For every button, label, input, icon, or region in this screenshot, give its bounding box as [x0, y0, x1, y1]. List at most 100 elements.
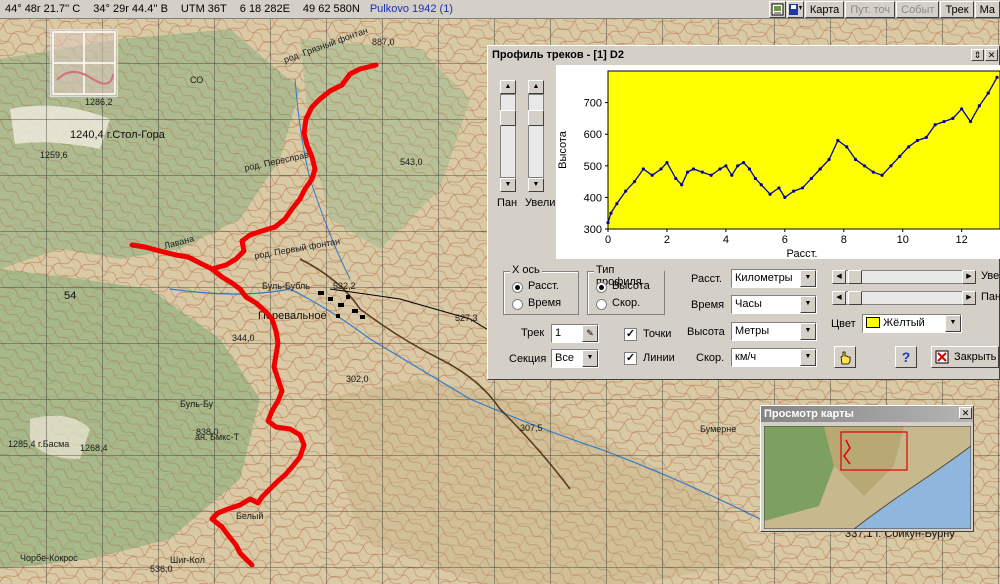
color-swatch	[866, 317, 880, 328]
x-tick-label: 0	[605, 234, 611, 246]
time-units-select[interactable]: Часы ▼	[731, 295, 817, 314]
pan-slider-track	[500, 94, 516, 178]
hand-pointer-button[interactable]	[834, 346, 856, 368]
profile-window-title: Профиль треков - [1] D2	[492, 49, 624, 61]
hzoom-left-icon[interactable]: ◀	[832, 270, 846, 284]
x-axis-distance-radio[interactable]	[512, 282, 523, 293]
section-value: Все	[555, 352, 574, 364]
elevation-point	[968, 119, 973, 124]
color-value: Жёлтый	[883, 317, 925, 329]
elevation-point	[986, 91, 990, 95]
pan-up-icon[interactable]: ▲	[500, 80, 516, 94]
map-label: 1285,4 г.Басма	[8, 439, 69, 449]
chevron-down-icon[interactable]: ▼	[945, 315, 961, 332]
zoom-slider[interactable]: ▲ ▼	[528, 80, 544, 192]
map-label: 1240,4 г.Стол-Гора	[70, 129, 166, 141]
ma-button[interactable]: Ма	[974, 1, 1000, 18]
track-button[interactable]: Трек	[940, 1, 974, 18]
profile-altitude-label: Высота	[612, 280, 650, 292]
map-button[interactable]: Карта	[804, 1, 845, 18]
zoom-up-icon[interactable]: ▲	[528, 80, 544, 94]
points-label: Точки	[643, 328, 672, 340]
distance-units-select[interactable]: Километры ▼	[731, 269, 817, 288]
x-tick-label: 10	[897, 234, 909, 246]
overview-title: Просмотр карты	[764, 408, 854, 420]
horizontal-zoom-label: Уве	[981, 270, 1000, 282]
profile-title-bar[interactable]: Профиль треков - [1] D2	[488, 46, 999, 64]
x-axis-group: X ось Расст. Время	[503, 264, 579, 315]
elevation-point	[924, 135, 928, 139]
profile-speed-label: Скор.	[612, 297, 641, 309]
altitude-units-select[interactable]: Метры ▼	[731, 322, 817, 341]
elevation-point	[862, 164, 867, 168]
overview-minimap[interactable]	[764, 426, 971, 529]
hzoom-thumb[interactable]	[848, 270, 862, 284]
map-label: 1286,2	[85, 97, 113, 107]
map-label: СО	[190, 75, 203, 85]
elevation-point	[641, 167, 645, 171]
close-icon[interactable]: ✕	[985, 49, 998, 61]
map-label: Буль-Бу	[180, 399, 214, 409]
elevation-point	[632, 180, 637, 184]
hpan-thumb[interactable]	[848, 291, 862, 305]
track-profile-window: Профиль треков - [1] D2 ⇕ ✕ ▲ ▼ ▲ ▼ Пан …	[487, 45, 1000, 380]
save-map-icon[interactable]	[768, 1, 786, 18]
map-label: 543,0	[400, 157, 423, 167]
zoom-down-icon[interactable]: ▼	[528, 178, 544, 192]
help-button[interactable]: ?	[895, 346, 917, 368]
elevation-point	[665, 161, 669, 165]
x-tick-label: 4	[723, 234, 729, 246]
profile-altitude-radio[interactable]	[596, 282, 607, 293]
map-navigator[interactable]	[50, 29, 118, 97]
events-button[interactable]: Событ	[896, 1, 940, 18]
datum-readout: Pulkovo 1942 (1)	[369, 3, 453, 15]
elevation-point	[674, 176, 678, 181]
elevation-point	[685, 170, 690, 174]
map-label: 344,0	[232, 333, 255, 343]
waypoints-button[interactable]: Пут. точ	[845, 1, 896, 18]
elevation-point	[753, 176, 757, 181]
horizontal-zoom-slider[interactable]: ◀ ▶	[832, 270, 976, 284]
chevron-down-icon[interactable]: ▼	[800, 349, 816, 366]
resize-icon[interactable]: ⇕	[971, 49, 984, 61]
elevation-point	[777, 186, 781, 190]
horizontal-pan-slider[interactable]: ◀ ▶	[832, 291, 976, 305]
elevation-point	[871, 170, 875, 174]
chevron-down-icon[interactable]: ▼	[800, 323, 816, 340]
elevation-chart[interactable]: 300 400 500 600 700 0 2 4 6 8 10 12 Высота Расст.	[556, 65, 1000, 259]
y-tick-label: 700	[584, 98, 602, 110]
hpan-right-icon[interactable]: ▶	[962, 291, 976, 305]
track-number-field[interactable]: 1 ✎	[551, 324, 599, 343]
lines-checkbox[interactable]: ✓	[624, 352, 637, 365]
x-tick-label: 12	[956, 234, 968, 246]
chevron-down-icon[interactable]: ▼	[800, 296, 816, 313]
chevron-down-icon[interactable]: ▼	[800, 270, 816, 287]
chevron-down-icon[interactable]: ▼	[582, 350, 598, 367]
time-units-label: Время	[691, 299, 725, 311]
x-axis-time-radio[interactable]	[512, 299, 523, 310]
zoom-slider-track	[528, 94, 544, 178]
color-select[interactable]: Жёлтый ▼	[862, 314, 962, 333]
profile-speed-radio[interactable]	[596, 299, 607, 310]
pan-slider-thumb[interactable]	[500, 110, 516, 126]
elevation-point	[709, 173, 713, 177]
hzoom-right-icon[interactable]: ▶	[962, 270, 976, 284]
elevation-point	[783, 195, 787, 199]
overview-title-bar[interactable]: Просмотр карты	[761, 406, 973, 422]
pan-down-icon[interactable]: ▼	[500, 178, 516, 192]
elevation-point	[880, 173, 884, 177]
elevation-point	[741, 161, 746, 165]
section-select[interactable]: Все ▼	[551, 349, 599, 368]
track-select-icon[interactable]: ✎	[582, 325, 598, 342]
pan-slider[interactable]: ▲ ▼	[500, 80, 516, 192]
points-checkbox[interactable]: ✓	[624, 328, 637, 341]
elevation-point	[759, 183, 763, 187]
close-button[interactable]: Закрыть	[931, 346, 999, 368]
distance-units-value: Километры	[735, 272, 793, 284]
zoom-slider-thumb[interactable]	[528, 110, 544, 126]
floppy-download-icon[interactable]	[786, 1, 804, 18]
utm-zone-readout: UTM 36T	[180, 3, 227, 15]
close-icon[interactable]: ✕	[959, 407, 972, 419]
hpan-left-icon[interactable]: ◀	[832, 291, 846, 305]
speed-units-select[interactable]: км/ч ▼	[731, 348, 817, 367]
